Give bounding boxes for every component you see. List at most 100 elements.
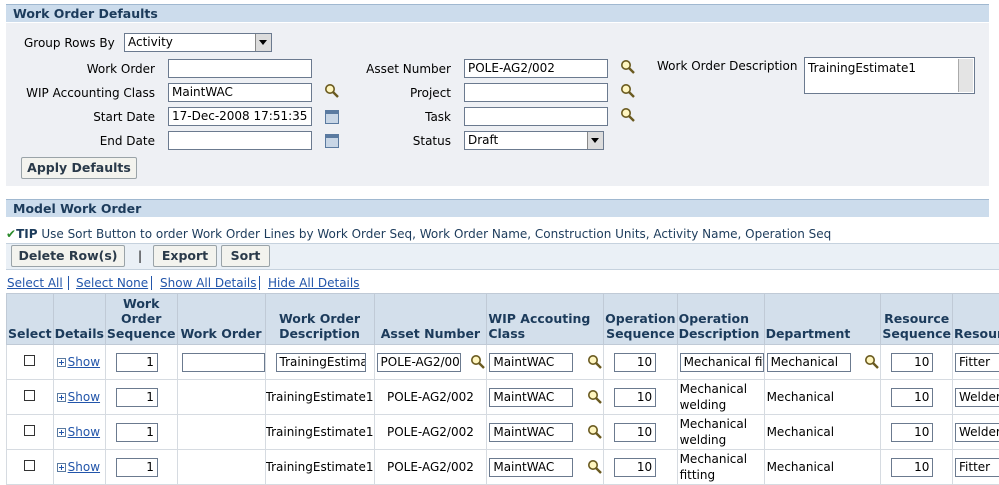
row-select-checkbox[interactable] — [24, 390, 35, 401]
export-button[interactable]: Export — [153, 245, 217, 267]
column-header-details: Details — [53, 294, 105, 345]
show-details-link[interactable]: Show — [68, 425, 100, 439]
select-none-link[interactable]: Select None — [76, 276, 148, 290]
search-icon[interactable] — [587, 459, 603, 475]
res-sequence-input[interactable]: 10 — [891, 423, 933, 442]
work-order-description-value: TrainingEstimate1 — [808, 61, 916, 75]
search-icon[interactable] — [470, 354, 486, 370]
resource-input[interactable]: Fitter — [955, 458, 999, 477]
search-icon[interactable] — [620, 59, 636, 75]
expand-icon[interactable] — [57, 358, 66, 367]
op-sequence-input[interactable]: 10 — [614, 458, 656, 477]
op-description-cell: Mechanicalfitting — [677, 450, 764, 485]
calendar-icon[interactable] — [325, 134, 339, 148]
expand-icon[interactable] — [57, 393, 66, 402]
search-icon[interactable] — [620, 83, 636, 99]
show-all-details-link[interactable]: Show All Details — [160, 276, 257, 290]
model-work-order-table: Select Details WorkOrderSequence Work Or… — [6, 293, 999, 485]
group-rows-by-label: Group Rows By — [24, 35, 115, 51]
res-sequence-input[interactable]: 10 — [891, 458, 933, 477]
show-details-link[interactable]: Show — [68, 390, 100, 404]
sort-button[interactable]: Sort — [221, 245, 270, 267]
resource-input[interactable]: Welder — [955, 388, 999, 407]
project-label: Project — [350, 85, 451, 101]
department-input[interactable]: Mechanical — [767, 353, 851, 372]
delete-rows-button[interactable]: Delete Row(s) — [11, 245, 125, 267]
work-order-description-label: Work Order Description — [657, 58, 797, 74]
checkmark-icon: ✔ — [6, 227, 16, 241]
table-row: Show 1 TrainingEstimate1 POLE-AG2/002 Ma… — [7, 380, 999, 415]
res-sequence-input[interactable]: 10 — [891, 353, 933, 372]
wip-class-input[interactable]: MaintWAC — [489, 423, 573, 442]
wip-class-input[interactable]: MaintWAC — [489, 353, 573, 372]
column-header-work-order: Work Order — [177, 294, 265, 345]
row-select-checkbox[interactable] — [24, 425, 35, 436]
end-date-input[interactable] — [168, 131, 312, 150]
resource-input[interactable]: Fitter — [955, 353, 999, 372]
work-order-input[interactable] — [168, 59, 312, 78]
wip-accounting-class-label: WIP Accounting Class — [10, 85, 155, 101]
search-icon[interactable] — [620, 107, 636, 123]
work-order-description-textarea[interactable]: TrainingEstimate1 — [804, 57, 975, 94]
calendar-icon[interactable] — [325, 110, 339, 124]
wo-sequence-input[interactable]: 1 — [116, 458, 158, 477]
hide-all-details-link[interactable]: Hide All Details — [268, 276, 359, 290]
textarea-scrollbar[interactable] — [958, 59, 973, 92]
search-icon[interactable] — [324, 83, 340, 99]
asset-number-label: Asset Number — [350, 61, 451, 77]
group-rows-by-select[interactable]: Activity — [124, 33, 272, 52]
tip-prefix: TIP — [16, 227, 37, 241]
asset-number-input[interactable]: POLE-AG2/002 — [464, 59, 608, 78]
model-work-order-header: Model Work Order — [6, 199, 989, 217]
column-header-wo-description: Work OrderDescription — [265, 294, 374, 345]
wip-class-input[interactable]: MaintWAC — [489, 388, 573, 407]
asset-number-cell: POLE-AG2/002 — [374, 415, 487, 450]
row-select-checkbox[interactable] — [24, 460, 35, 471]
start-date-input[interactable]: 17-Dec-2008 17:51:35 — [168, 107, 312, 126]
column-header-resource: Resource — [953, 294, 999, 345]
wo-description-input[interactable]: TrainingEstimate1 — [276, 353, 366, 372]
work-order-input[interactable] — [182, 353, 265, 372]
department-cell: Mechanical — [764, 415, 881, 450]
tip-text: Use Sort Button to order Work Order Line… — [38, 227, 832, 241]
status-value: Draft — [468, 133, 498, 147]
wip-class-input[interactable]: MaintWAC — [489, 458, 573, 477]
asset-number-cell: POLE-AG2/002 — [374, 450, 487, 485]
search-icon[interactable] — [587, 424, 603, 440]
op-description-input[interactable]: Mechanical fitting — [680, 353, 764, 372]
work-order-cell — [177, 450, 265, 485]
show-details-link[interactable]: Show — [68, 355, 100, 369]
department-cell: Mechanical — [764, 380, 881, 415]
expand-icon[interactable] — [57, 428, 66, 437]
column-header-select: Select — [7, 294, 54, 345]
row-select-checkbox[interactable] — [24, 355, 35, 366]
select-all-link[interactable]: Select All — [7, 276, 63, 290]
search-icon[interactable] — [587, 354, 603, 370]
chevron-down-icon[interactable] — [255, 34, 271, 51]
wo-sequence-input[interactable]: 1 — [116, 423, 158, 442]
op-sequence-input[interactable]: 10 — [614, 423, 656, 442]
wip-accounting-class-input[interactable]: MaintWAC — [168, 83, 312, 102]
search-icon[interactable] — [587, 389, 603, 405]
wo-sequence-input[interactable]: 1 — [116, 353, 158, 372]
column-header-res-sequence: ResourceSequence — [881, 294, 953, 345]
resource-input[interactable]: Welder — [955, 423, 999, 442]
asset-number-cell: POLE-AG2/002 — [374, 380, 487, 415]
task-input[interactable] — [464, 107, 608, 126]
wo-sequence-input[interactable]: 1 — [116, 388, 158, 407]
project-input[interactable] — [464, 83, 608, 102]
show-details-link[interactable]: Show — [68, 460, 100, 474]
res-sequence-input[interactable]: 10 — [891, 388, 933, 407]
start-date-label: Start Date — [30, 109, 155, 125]
tip-message: ✔TIP Use Sort Button to order Work Order… — [6, 227, 831, 241]
op-sequence-input[interactable]: 10 — [614, 353, 656, 372]
work-order-cell — [177, 415, 265, 450]
search-icon[interactable] — [864, 354, 880, 370]
asset-number-input[interactable]: POLE-AG2/002 — [377, 353, 461, 372]
apply-defaults-button[interactable]: Apply Defaults — [21, 157, 137, 179]
chevron-down-icon[interactable] — [587, 132, 603, 149]
status-select[interactable]: Draft — [464, 131, 604, 150]
group-rows-by-value: Activity — [128, 35, 173, 49]
expand-icon[interactable] — [57, 463, 66, 472]
op-sequence-input[interactable]: 10 — [614, 388, 656, 407]
